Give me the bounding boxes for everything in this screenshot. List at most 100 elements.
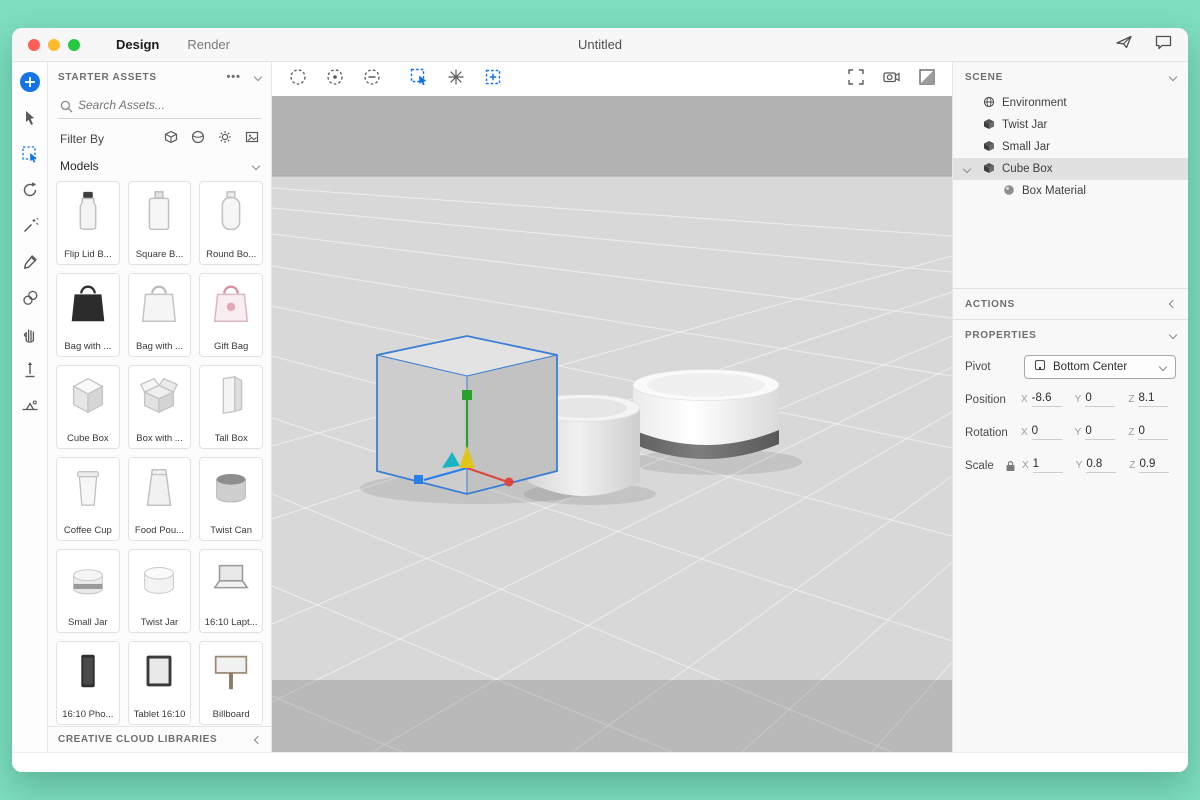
- backdrop-band: [272, 96, 952, 176]
- search-input[interactable]: [58, 94, 261, 119]
- rotation-x-input[interactable]: [1031, 425, 1062, 440]
- dolly-camera-icon[interactable]: [362, 67, 382, 92]
- orbit-camera-icon[interactable]: [288, 67, 308, 92]
- asset-tall-box[interactable]: Tall Box: [199, 365, 263, 449]
- pan-tool-icon[interactable]: [19, 323, 41, 345]
- gizmo-y-handle[interactable]: [462, 390, 472, 400]
- scale-z-input[interactable]: [1139, 458, 1170, 473]
- properties-collapse-chevron-icon[interactable]: [1168, 330, 1178, 340]
- models-collapse-chevron-icon[interactable]: [251, 161, 261, 171]
- snap-icon[interactable]: [446, 67, 466, 92]
- pivot-dropdown-chevron-icon: [1158, 362, 1168, 371]
- filter-materials-icon[interactable]: [191, 130, 205, 147]
- actions-header[interactable]: ACTIONS: [953, 289, 1188, 319]
- frame-selection-icon[interactable]: [483, 67, 503, 92]
- asset-round-bottle[interactable]: Round Bo...: [199, 181, 263, 265]
- canvas-toolbar: [272, 62, 952, 96]
- asset-tablet-16-10[interactable]: Tablet 16:10: [127, 641, 192, 725]
- viewport-3d[interactable]: [272, 96, 952, 752]
- canvas-area: [272, 62, 952, 752]
- position-y-input[interactable]: [1085, 392, 1116, 407]
- asset-bag-white[interactable]: Bag with ...: [127, 273, 192, 357]
- horizon-tool-icon[interactable]: [19, 395, 41, 417]
- position-z-input[interactable]: [1138, 392, 1169, 407]
- phone-thumbnail: [65, 648, 111, 699]
- mode-switcher: Design Render: [116, 37, 230, 52]
- sampler-tool-icon[interactable]: [19, 287, 41, 309]
- models-section-header[interactable]: Models: [48, 152, 271, 177]
- letterbox-band: [272, 680, 952, 752]
- scene-item-small-jar[interactable]: Small Jar: [953, 136, 1188, 158]
- comments-icon[interactable]: [1155, 35, 1172, 55]
- tools-sidebar: [12, 62, 48, 752]
- scale-y-input[interactable]: [1086, 458, 1117, 473]
- expand-chevron-icon[interactable]: [962, 164, 972, 174]
- tab-design[interactable]: Design: [116, 37, 159, 52]
- rotation-y-input[interactable]: [1085, 425, 1116, 440]
- scene-item-twist-jar[interactable]: Twist Jar: [953, 114, 1188, 136]
- asset-billboard[interactable]: Billboard: [199, 641, 263, 725]
- pan-camera-icon[interactable]: [325, 67, 345, 92]
- asset-twist-can[interactable]: Twist Can: [199, 457, 263, 541]
- scene-item-environment[interactable]: Environment: [953, 92, 1188, 114]
- small-jar-thumbnail: [65, 556, 111, 607]
- twist-jar-object[interactable]: [632, 369, 780, 460]
- asset-bag-dark[interactable]: Bag with ...: [56, 273, 120, 357]
- orbit-tool-icon[interactable]: [19, 179, 41, 201]
- creative-cloud-libraries-header[interactable]: CREATIVE CLOUD LIBRARIES: [48, 726, 271, 752]
- properties-header[interactable]: PROPERTIES: [953, 320, 1188, 350]
- coffee-cup-thumbnail: [65, 464, 111, 515]
- asset-box-with-lid[interactable]: Box with ...: [127, 365, 192, 449]
- camera-bookmarks-icon[interactable]: [882, 68, 901, 91]
- asset-gift-bag[interactable]: Gift Bag: [199, 273, 263, 357]
- close-window-button[interactable]: [28, 38, 40, 51]
- fit-view-icon[interactable]: [847, 68, 865, 91]
- scale-label: Scale: [965, 459, 994, 472]
- asset-phone-16-10[interactable]: 16:10 Pho...: [56, 641, 120, 725]
- filter-models-icon[interactable]: [164, 130, 178, 147]
- assets-more-menu-icon[interactable]: •••: [226, 71, 241, 83]
- dolly-tool-icon[interactable]: [19, 359, 41, 381]
- pivot-dropdown[interactable]: Bottom Center: [1024, 354, 1176, 379]
- asset-flip-lid-bottle[interactable]: Flip Lid B...: [56, 181, 120, 265]
- add-content-button[interactable]: [19, 71, 41, 93]
- gizmo-z-handle[interactable]: [414, 475, 423, 484]
- publish-icon[interactable]: [1115, 34, 1133, 55]
- document-title: Untitled: [577, 37, 623, 52]
- zoom-window-button[interactable]: [68, 38, 80, 51]
- material-sphere-icon: [1003, 184, 1015, 199]
- pivot-label: Pivot: [965, 360, 991, 373]
- asset-small-jar[interactable]: Small Jar: [56, 549, 120, 633]
- scale-x-input[interactable]: [1032, 458, 1063, 473]
- region-select-tool-icon[interactable]: [19, 143, 41, 165]
- magic-wand-tool-icon[interactable]: [19, 215, 41, 237]
- filter-images-icon[interactable]: [245, 130, 259, 147]
- actions-collapse-chevron-icon[interactable]: [1168, 299, 1178, 309]
- eyedropper-tool-icon[interactable]: [19, 251, 41, 273]
- asset-laptop-16-10[interactable]: 16:10 Lapt...: [199, 549, 263, 633]
- starter-assets-header: STARTER ASSETS •••: [48, 62, 271, 92]
- assets-collapse-chevron-icon[interactable]: [253, 72, 263, 82]
- asset-square-bottle[interactable]: Square B...: [127, 181, 192, 265]
- asset-food-pouch[interactable]: Food Pou...: [127, 457, 192, 541]
- minimize-window-button[interactable]: [48, 38, 60, 51]
- select-tool-icon[interactable]: [19, 107, 41, 129]
- scene-collapse-chevron-icon[interactable]: [1168, 72, 1178, 82]
- scene-header[interactable]: SCENE: [953, 62, 1188, 92]
- gizmo-x-handle[interactable]: [504, 477, 514, 487]
- render-preview-icon[interactable]: [918, 68, 936, 91]
- flip-lid-bottle-thumbnail: [65, 188, 111, 239]
- scene-item-box-material[interactable]: Box Material: [953, 180, 1188, 202]
- rotation-z-input[interactable]: [1138, 425, 1169, 440]
- move-to-ground-icon[interactable]: [409, 67, 429, 92]
- scale-lock-icon[interactable]: [1005, 460, 1016, 472]
- tab-render[interactable]: Render: [187, 37, 230, 52]
- scene-item-cube-box[interactable]: Cube Box: [953, 158, 1188, 180]
- libraries-collapse-chevron-icon[interactable]: [253, 735, 263, 744]
- position-x-input[interactable]: [1031, 392, 1062, 407]
- asset-twist-jar[interactable]: Twist Jar: [127, 549, 192, 633]
- filter-lights-icon[interactable]: [218, 130, 232, 147]
- assets-search: [58, 94, 261, 119]
- asset-cube-box[interactable]: Cube Box: [56, 365, 120, 449]
- asset-coffee-cup[interactable]: Coffee Cup: [56, 457, 120, 541]
